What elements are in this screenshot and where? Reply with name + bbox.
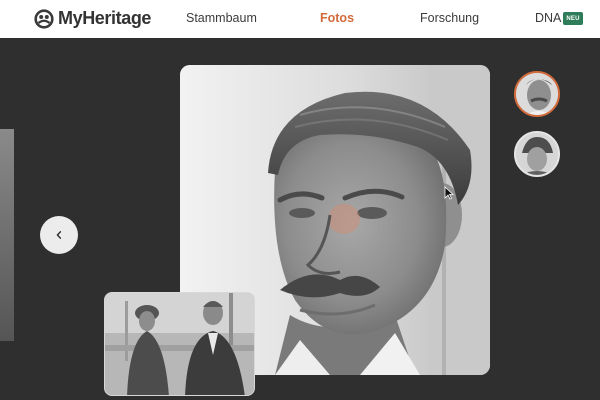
nav-fotos[interactable]: Fotos: [320, 11, 354, 25]
previous-photo-preview[interactable]: [0, 129, 14, 341]
myheritage-logo-icon: [34, 8, 54, 29]
previous-photo-button[interactable]: [40, 216, 78, 254]
top-navigation-bar: MyHeritage Stammbaum Fotos Forschung DNA…: [0, 0, 600, 38]
detected-face-avatar-woman[interactable]: [514, 131, 560, 177]
chevron-left-icon: [56, 231, 62, 239]
photo-viewer: [0, 38, 600, 400]
logo-text: MyHeritage: [58, 8, 152, 28]
detected-face-avatar-man[interactable]: [514, 71, 560, 117]
original-photo-thumbnail[interactable]: [104, 292, 255, 396]
nav-stammbaum[interactable]: Stammbaum: [186, 11, 257, 25]
new-badge: NEU: [563, 12, 583, 25]
nav-dna[interactable]: DNA: [535, 11, 561, 25]
nav-forschung[interactable]: Forschung: [420, 11, 479, 25]
mouse-cursor-icon: [444, 186, 455, 200]
myheritage-logo[interactable]: MyHeritage: [34, 8, 151, 29]
